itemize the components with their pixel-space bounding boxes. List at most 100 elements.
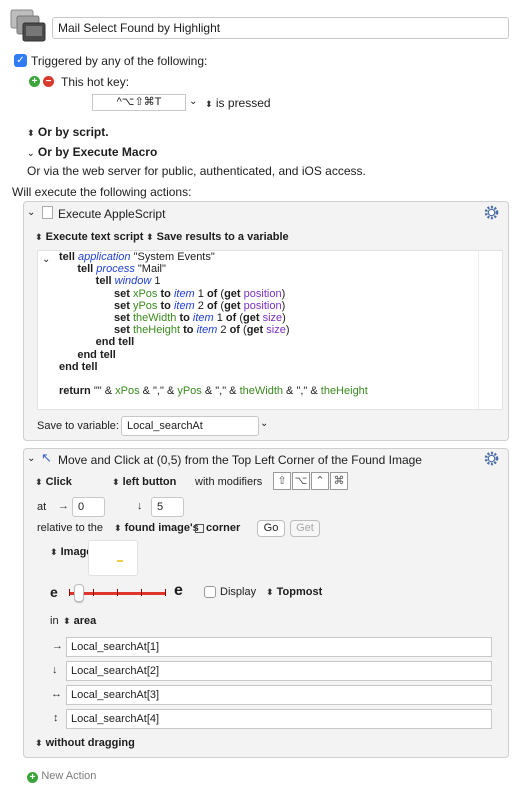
code-token: process <box>96 263 135 276</box>
fuzziness-slider-knob[interactable] <box>74 584 84 602</box>
x-coordinate-field[interactable]: 0 <box>72 497 105 517</box>
code-token: ) <box>281 287 286 300</box>
dragging-label: without dragging <box>45 737 135 749</box>
y-coordinate-field[interactable]: 5 <box>151 497 184 517</box>
code-token: 1 <box>151 275 161 288</box>
code-line: return "" & xPos & "," & yPos & "," & th… <box>59 385 479 397</box>
script-mode-popup[interactable]: ⬍ Execute text script <box>35 231 143 243</box>
popup-updown-icon: ⬍ <box>205 99 213 109</box>
add-trigger-icon[interactable]: + <box>29 76 40 87</box>
triggered-checkbox[interactable]: ✓ <box>14 54 27 67</box>
slider-tick <box>141 589 142 596</box>
code-token: size <box>262 311 283 324</box>
area-left-field[interactable]: Local_searchAt[1] <box>66 637 492 657</box>
hotkey-state-popup[interactable]: ⬍ is pressed <box>205 96 271 110</box>
code-line: set theHeight to item 2 of (get size) <box>59 324 479 336</box>
gear-icon[interactable] <box>484 451 499 466</box>
image-well[interactable] <box>88 540 138 576</box>
area-width-field[interactable]: Local_searchAt[3] <box>66 685 492 705</box>
results-mode-popup[interactable]: ⬍ Save results to a variable <box>146 231 289 243</box>
code-token: set <box>59 299 133 312</box>
code-token: set <box>59 287 133 300</box>
slider-tick <box>93 589 94 596</box>
code-token: return <box>59 385 91 398</box>
collapse-chevron-icon[interactable]: ⌄ <box>27 453 35 464</box>
display-checkbox[interactable] <box>204 586 216 598</box>
hotkey-field[interactable]: ^⌥⇧⌘T <box>92 94 186 111</box>
code-token: of <box>206 299 218 312</box>
area-label: area <box>73 615 97 627</box>
popup-updown-icon: ⬍ <box>35 738 43 748</box>
hotkey-dropdown-chevron-icon[interactable]: ⌄ <box>189 96 197 107</box>
popup-updown-icon: ⬍ <box>50 547 58 557</box>
click-mode-popup[interactable]: ⬍ Click <box>35 476 72 488</box>
code-token: 2 <box>194 299 207 312</box>
code-token: end tell <box>59 360 98 373</box>
gear-icon[interactable] <box>484 205 499 220</box>
control-modifier-toggle[interactable]: ⌃ <box>311 472 329 490</box>
code-token: & "," & <box>201 385 240 398</box>
save-variable-field[interactable]: Local_searchAt <box>121 416 259 436</box>
macro-name-field[interactable]: Mail Select Found by Highlight <box>52 17 509 39</box>
corner-label: corner <box>206 522 241 534</box>
fuzzy-max-icon: e <box>174 582 183 599</box>
topmost-label: Topmost <box>276 586 323 598</box>
triggered-heading: Triggered by any of the following: <box>31 54 208 68</box>
remove-trigger-icon[interactable]: − <box>43 76 54 87</box>
code-token: get <box>243 311 260 324</box>
area-popup[interactable]: ⬍ area <box>63 615 96 627</box>
click-mode-label: Click <box>45 476 72 488</box>
variable-dropdown-chevron-icon[interactable]: ⌄ <box>260 418 268 429</box>
popup-updown-icon: ⬍ <box>266 587 274 597</box>
go-button[interactable]: Go <box>257 520 285 537</box>
option-modifier-toggle[interactable]: ⌥ <box>292 472 310 490</box>
fuzzy-min-icon: e <box>50 584 58 600</box>
web-server-text: Or via the web server for public, authen… <box>27 164 366 178</box>
code-token: item <box>173 287 195 300</box>
code-line: set yPos to item 2 of (get position) <box>59 300 479 312</box>
code-line: tell window 1 <box>59 275 479 287</box>
found-image-swatch <box>117 560 123 562</box>
code-fold-chevron-icon[interactable]: ⌄ <box>42 254 50 265</box>
slider-tick <box>165 589 166 596</box>
at-label: at <box>37 501 47 513</box>
area-top-field[interactable]: Local_searchAt[2] <box>66 661 492 681</box>
code-token: to <box>180 324 197 337</box>
new-action-button[interactable]: + New Action <box>27 768 96 783</box>
relative-option-label: found image's <box>124 522 199 534</box>
code-token: to <box>157 299 174 312</box>
code-token: ( <box>239 324 247 337</box>
horizontal-arrow-icon: → <box>58 500 69 512</box>
or-by-script-popup[interactable]: ⬍ Or by script. <box>27 125 109 139</box>
area-height-arrow-icon: ↕ <box>53 712 59 724</box>
topmost-popup[interactable]: ⬍ Topmost <box>266 586 322 598</box>
mouse-button-popup[interactable]: ⬍ left button <box>112 476 176 488</box>
popup-updown-icon: ⬍ <box>63 616 71 626</box>
shift-modifier-toggle[interactable]: ⇧ <box>273 472 291 490</box>
macro-group-icon <box>8 7 48 47</box>
code-token: position <box>243 287 282 300</box>
popup-updown-icon: ⬍ <box>146 232 154 242</box>
code-token: of <box>206 287 218 300</box>
area-height-field[interactable]: Local_searchAt[4] <box>66 709 492 729</box>
area-left-arrow-icon: → <box>52 640 63 652</box>
relative-to-popup[interactable]: ⬍ found image's <box>114 522 199 534</box>
dragging-popup[interactable]: ⬍ without dragging <box>35 737 135 749</box>
popup-updown-icon: ⬍ <box>35 477 43 487</box>
code-token: 2 <box>217 324 230 337</box>
corner-selector-icon[interactable] <box>195 524 204 533</box>
command-modifier-toggle[interactable]: ⌘ <box>330 472 348 490</box>
mouse-button-label: left button <box>122 476 177 488</box>
collapse-chevron-icon[interactable]: ⌄ <box>27 207 35 218</box>
fuzziness-slider[interactable] <box>70 592 166 595</box>
modifiers-label: with modifiers <box>195 476 263 488</box>
code-token: size <box>266 324 286 337</box>
code-token: tell <box>59 275 115 288</box>
area-top-arrow-icon: ↓ <box>52 664 58 676</box>
get-button: Get <box>290 520 320 537</box>
hotkey-label: This hot key: <box>61 75 130 89</box>
code-line: set xPos to item 1 of (get position) <box>59 288 479 300</box>
popup-updown-icon: ⬍ <box>114 523 122 533</box>
or-by-execute-macro-disclosure[interactable]: ⌄ Or by Execute Macro <box>27 145 157 159</box>
